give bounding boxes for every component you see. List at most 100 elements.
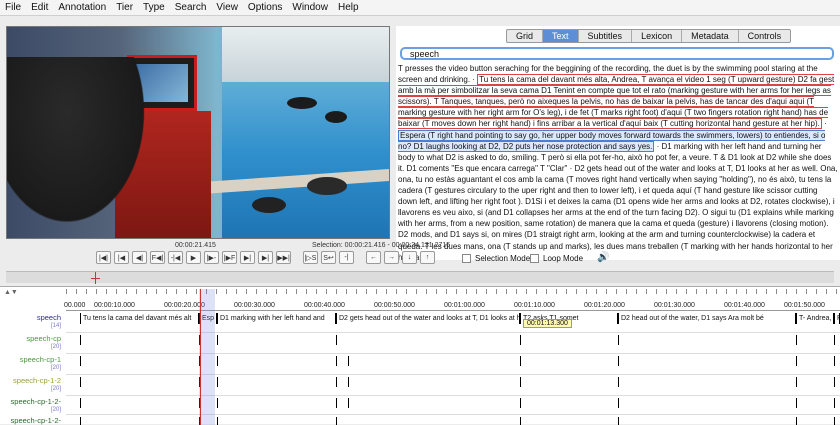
timeline-viewer[interactable]: ▲▼ 00.000 00:00:10.000 00:00:20.000 00:0…	[0, 286, 840, 425]
ruler-tick-label: 00:00:50.000	[374, 302, 415, 309]
previous-scrollview-button[interactable]: |◀	[114, 251, 129, 264]
menu-edit[interactable]: Edit	[31, 2, 48, 13]
left-arrow-button[interactable]: ←	[366, 251, 381, 264]
tier-select[interactable]: speech	[400, 47, 834, 60]
next-scrollview-button[interactable]: ▶|	[258, 251, 273, 264]
clear-selection-button[interactable]: S↩	[321, 251, 336, 264]
volume-icon[interactable]: 🔊	[597, 252, 609, 263]
segment-boundary	[348, 377, 349, 387]
annotation[interactable]: Tu tens la cama del davant més alt	[80, 313, 199, 324]
annotation[interactable]: D2 gets head out of the water and looks …	[336, 313, 520, 324]
ruler-tick-label: 00:00:40.000	[304, 302, 345, 309]
up-arrow-button[interactable]: ↑	[420, 251, 435, 264]
segment-boundary	[217, 335, 218, 345]
ruler-tick-label: 00:01:30.000	[654, 302, 695, 309]
tier-label-speech-cp-1[interactable]: speech-cp-1 [20]	[0, 356, 64, 372]
tier-count: [20]	[50, 365, 61, 371]
go-to-begin-button[interactable]: |◀|	[96, 251, 111, 264]
tier-label-speech-cp-1-2-a[interactable]: speech-cp-1-2- [20]	[0, 398, 64, 414]
ruler-tick-label: 00.000	[64, 302, 86, 309]
loop-mode-option[interactable]: Loop Mode	[530, 254, 583, 263]
ruler-tick-label: 00:01:10.000	[514, 302, 555, 309]
swimmer	[287, 97, 317, 109]
tier-label-speech[interactable]: speech [14]	[0, 314, 64, 330]
segment-boundary	[336, 335, 337, 345]
right-arrow-button[interactable]: →	[384, 251, 399, 264]
previous-second-button[interactable]: ◀|	[132, 251, 147, 264]
annotation[interactable]: T- Andrea,	[796, 313, 834, 324]
previous-frame-button[interactable]: F◀|	[150, 251, 165, 264]
tab-controls[interactable]: Controls	[739, 30, 791, 42]
next-pixel-button[interactable]: |▶-	[204, 251, 219, 264]
segment-boundary	[80, 335, 81, 345]
segment-boundary	[348, 398, 349, 408]
ruler-tick-label: 00:01:50.000	[784, 302, 825, 309]
timeline-menu-icon[interactable]: ▲▼	[4, 289, 18, 296]
tier-row-speech[interactable]: Tu tens la cama del davant més alt Esp D…	[66, 312, 840, 333]
tab-grid[interactable]: Grid	[507, 30, 544, 42]
next-frame-button[interactable]: |▶F	[222, 251, 237, 264]
segment-boundary	[520, 398, 521, 408]
segment-boundary	[520, 356, 521, 366]
selection-mode-checkbox[interactable]	[462, 254, 471, 263]
segment-boundary	[618, 398, 619, 408]
segment-boundary	[217, 377, 218, 387]
tier-name: speech	[36, 313, 61, 322]
video-viewer[interactable]	[6, 26, 390, 239]
play-button[interactable]: ▶	[186, 251, 201, 264]
tier-row-speech-cp-1-2-a[interactable]	[66, 396, 840, 415]
annotation[interactable]: D1 marking with her left hand and	[217, 313, 336, 324]
playhead[interactable]	[200, 289, 201, 425]
tab-metadata[interactable]: Metadata	[682, 30, 739, 42]
tab-text[interactable]: Text	[543, 30, 579, 42]
selection-mode-option[interactable]: Selection Mode	[462, 254, 530, 263]
media-scrubber[interactable]	[6, 271, 834, 284]
menu-window[interactable]: Window	[292, 2, 328, 13]
annotation[interactable]: D2 head out of the water, D1 says Ara mo…	[618, 313, 796, 324]
menu-search[interactable]: Search	[175, 2, 207, 13]
menu-help[interactable]: Help	[338, 2, 359, 13]
tier-name: speech-cp	[26, 334, 61, 343]
next-second-button[interactable]: ▶|	[240, 251, 255, 264]
down-arrow-button[interactable]: ↓	[402, 251, 417, 264]
segment-boundary	[796, 335, 797, 345]
segment-boundary	[834, 398, 835, 408]
segment-boundary	[834, 377, 835, 387]
previous-pixel-button[interactable]: -|◀	[168, 251, 183, 264]
loop-mode-checkbox[interactable]	[530, 254, 539, 263]
scrubber-cursor[interactable]	[91, 272, 100, 284]
menu-file[interactable]: File	[5, 2, 21, 13]
segment-boundary	[217, 356, 218, 366]
tier-count: [20]	[50, 344, 61, 350]
go-to-end-button[interactable]: ▶▶|	[276, 251, 291, 264]
time-ruler[interactable]: 00.000 00:00:10.000 00:00:20.000 00:00:3…	[64, 289, 840, 311]
tier-label-speech-cp[interactable]: speech-cp [20]	[0, 335, 64, 351]
tab-lexicon[interactable]: Lexicon	[632, 30, 683, 42]
annotation[interactable]: Perq	[834, 313, 840, 324]
segment-boundary	[796, 398, 797, 408]
segment-boundary	[520, 335, 521, 345]
selection-mode-label: Selection Mode	[475, 254, 531, 263]
menu-type[interactable]: Type	[143, 2, 165, 13]
tab-subtitles[interactable]: Subtitles	[579, 30, 633, 42]
menu-annotation[interactable]: Annotation	[58, 2, 106, 13]
segment-boundary	[618, 335, 619, 345]
transcript-text[interactable]: T presses the video button seraching for…	[398, 63, 838, 260]
ruler-tick-label: 00:00:30.000	[234, 302, 275, 309]
toggle-selection-button[interactable]: -|	[339, 251, 354, 264]
menu-tier[interactable]: Tier	[116, 2, 133, 13]
segment-boundary	[80, 377, 81, 387]
play-selection-button[interactable]: |▷S	[303, 251, 318, 264]
ruler-tick-label: 00:01:20.000	[584, 302, 625, 309]
segment-boundary	[834, 335, 835, 345]
tier-count: [20]	[50, 386, 61, 392]
tier-row-speech-cp-1[interactable]	[66, 354, 840, 375]
tier-row-speech-cp-1-2[interactable]	[66, 375, 840, 396]
menu-options[interactable]: Options	[248, 2, 282, 13]
segment-boundary	[520, 377, 521, 387]
tier-label-speech-cp-1-2[interactable]: speech-cp-1-2 [20]	[0, 377, 64, 393]
tier-row-speech-cp[interactable]	[66, 333, 840, 354]
menu-view[interactable]: View	[216, 2, 238, 13]
tier-name: speech-cp-1-2	[13, 376, 61, 385]
